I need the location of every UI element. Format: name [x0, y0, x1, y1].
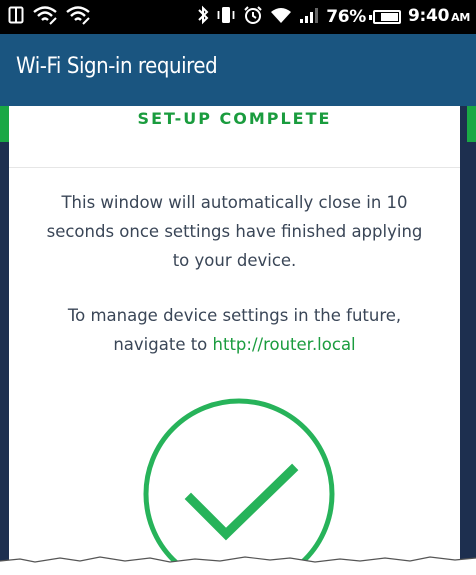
- torn-edge: [0, 556, 476, 575]
- accent-strip-right: [467, 106, 476, 142]
- clock-time: 9:40: [408, 6, 450, 26]
- setup-card: SET-UP COMPLETE This window will automat…: [9, 106, 460, 575]
- wifi-icon: [66, 5, 90, 29]
- bluetooth-icon: [197, 5, 209, 29]
- card-header: SET-UP COMPLETE: [9, 106, 460, 168]
- router-link[interactable]: http://router.local: [213, 335, 356, 354]
- app-bar: Wi-Fi Sign-in required: [0, 34, 476, 106]
- status-bar-right: 76% 9:40 AM: [190, 5, 470, 29]
- alarm-icon: [243, 5, 263, 29]
- clock-ampm: AM: [451, 11, 470, 24]
- wifi-icon: [33, 5, 57, 29]
- battery-level: [381, 13, 399, 21]
- clock: 9:40 AM: [408, 4, 470, 30]
- setup-complete-heading: SET-UP COMPLETE: [137, 109, 332, 128]
- battery-percent: 76%: [326, 7, 367, 27]
- manage-settings-message: To manage device settings in the future,…: [39, 301, 430, 359]
- notification-icon: [8, 6, 24, 28]
- accent-strip-left: [0, 106, 9, 142]
- auto-close-message: This window will automatically close in …: [46, 193, 423, 270]
- wifi-signal-icon: [270, 6, 292, 28]
- vibrate-icon: [216, 6, 236, 28]
- app-bar-title: Wi-Fi Sign-in required: [16, 54, 218, 79]
- checkmark-circle-icon: [139, 394, 339, 575]
- screen: 76% 9:40 AM Wi-Fi Sign-in required SET-U…: [0, 0, 476, 575]
- battery-icon: [369, 10, 402, 24]
- status-bar-left: [8, 5, 99, 29]
- cellular-signal-icon: [299, 6, 319, 28]
- status-bar: 76% 9:40 AM: [0, 0, 476, 34]
